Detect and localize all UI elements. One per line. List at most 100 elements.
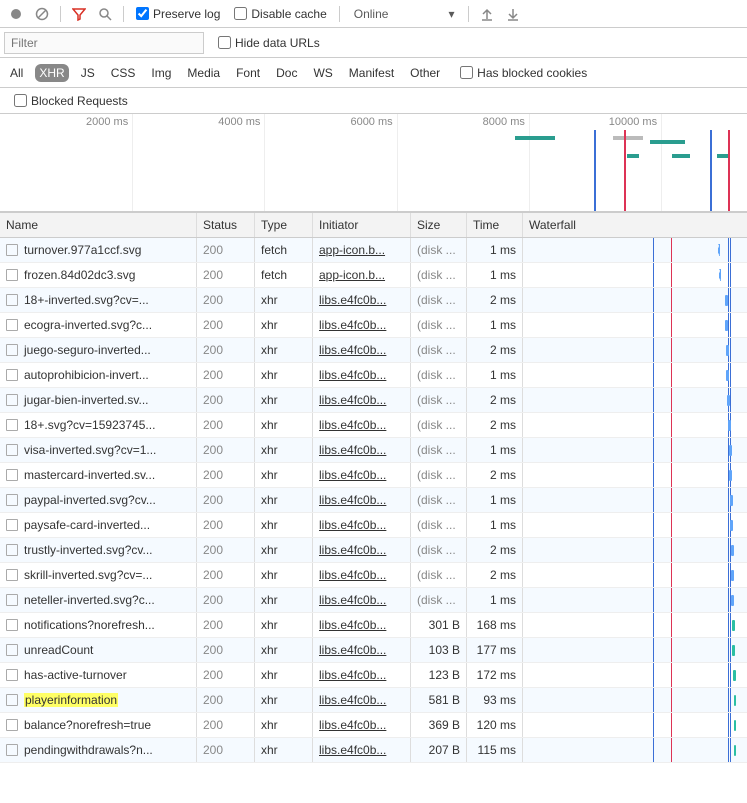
cell-status: 200: [197, 463, 255, 487]
table-row[interactable]: skrill-inverted.svg?cv=...200xhrlibs.e4f…: [0, 563, 747, 588]
cell-initiator[interactable]: libs.e4fc0b...: [313, 713, 411, 737]
preserve-log-checkbox[interactable]: Preserve log: [136, 7, 220, 21]
type-manifest[interactable]: Manifest: [345, 64, 398, 82]
cell-name: playerinformation: [0, 688, 197, 712]
cell-initiator[interactable]: libs.e4fc0b...: [313, 588, 411, 612]
type-font[interactable]: Font: [232, 64, 264, 82]
cell-time: 2 ms: [467, 388, 523, 412]
table-row[interactable]: paypal-inverted.svg?cv...200xhrlibs.e4fc…: [0, 488, 747, 513]
cell-type: xhr: [255, 463, 313, 487]
search-icon[interactable]: [93, 2, 117, 26]
chevron-down-icon: ▾: [448, 7, 454, 21]
type-css[interactable]: CSS: [107, 64, 140, 82]
cell-waterfall: [523, 263, 747, 287]
cell-initiator[interactable]: libs.e4fc0b...: [313, 488, 411, 512]
table-row[interactable]: playerinformation200xhrlibs.e4fc0b...581…: [0, 688, 747, 713]
cell-initiator[interactable]: libs.e4fc0b...: [313, 638, 411, 662]
type-media[interactable]: Media: [183, 64, 224, 82]
cell-initiator[interactable]: libs.e4fc0b...: [313, 388, 411, 412]
col-size[interactable]: Size: [411, 213, 467, 237]
col-initiator[interactable]: Initiator: [313, 213, 411, 237]
cell-size: 103 B: [411, 638, 467, 662]
table-row[interactable]: turnover.977a1ccf.svg200fetchapp-icon.b.…: [0, 238, 747, 263]
cell-initiator[interactable]: libs.e4fc0b...: [313, 463, 411, 487]
table-row[interactable]: pendingwithdrawals?n...200xhrlibs.e4fc0b…: [0, 738, 747, 763]
table-row[interactable]: trustly-inverted.svg?cv...200xhrlibs.e4f…: [0, 538, 747, 563]
cell-status: 200: [197, 388, 255, 412]
table-row[interactable]: notifications?norefresh...200xhrlibs.e4f…: [0, 613, 747, 638]
cell-initiator[interactable]: libs.e4fc0b...: [313, 338, 411, 362]
type-doc[interactable]: Doc: [272, 64, 301, 82]
cell-initiator[interactable]: libs.e4fc0b...: [313, 413, 411, 437]
table-row[interactable]: paysafe-card-inverted...200xhrlibs.e4fc0…: [0, 513, 747, 538]
cell-initiator[interactable]: libs.e4fc0b...: [313, 313, 411, 337]
cell-initiator[interactable]: libs.e4fc0b...: [313, 663, 411, 687]
table-row[interactable]: unreadCount200xhrlibs.e4fc0b...103 B177 …: [0, 638, 747, 663]
cell-status: 200: [197, 338, 255, 362]
cell-initiator[interactable]: libs.e4fc0b...: [313, 688, 411, 712]
timeline-overview[interactable]: 2000 ms 4000 ms 6000 ms 8000 ms 10000 ms: [0, 114, 747, 212]
cell-name: skrill-inverted.svg?cv=...: [0, 563, 197, 587]
cell-initiator[interactable]: libs.e4fc0b...: [313, 513, 411, 537]
filter-input[interactable]: [4, 32, 204, 54]
table-row[interactable]: 18+.svg?cv=15923745...200xhrlibs.e4fc0b.…: [0, 413, 747, 438]
cell-initiator[interactable]: app-icon.b...: [313, 238, 411, 262]
table-row[interactable]: visa-inverted.svg?cv=1...200xhrlibs.e4fc…: [0, 438, 747, 463]
cell-name: has-active-turnover: [0, 663, 197, 687]
table-row[interactable]: autoprohibicion-invert...200xhrlibs.e4fc…: [0, 363, 747, 388]
clear-icon[interactable]: [30, 2, 54, 26]
type-js[interactable]: JS: [77, 64, 99, 82]
throttling-select[interactable]: Online ▾: [346, 7, 463, 21]
type-all[interactable]: All: [6, 64, 27, 82]
cell-time: 2 ms: [467, 413, 523, 437]
cell-waterfall: [523, 563, 747, 587]
cell-type: xhr: [255, 663, 313, 687]
type-img[interactable]: Img: [147, 64, 175, 82]
cell-type: xhr: [255, 688, 313, 712]
type-ws[interactable]: WS: [309, 64, 336, 82]
col-time[interactable]: Time: [467, 213, 523, 237]
table-row[interactable]: ecogra-inverted.svg?c...200xhrlibs.e4fc0…: [0, 313, 747, 338]
cell-name: mastercard-inverted.sv...: [0, 463, 197, 487]
cell-initiator[interactable]: libs.e4fc0b...: [313, 363, 411, 387]
cell-name: turnover.977a1ccf.svg: [0, 238, 197, 262]
cell-time: 1 ms: [467, 513, 523, 537]
cell-initiator[interactable]: libs.e4fc0b...: [313, 288, 411, 312]
table-row[interactable]: frozen.84d02dc3.svg200fetchapp-icon.b...…: [0, 263, 747, 288]
download-icon[interactable]: [501, 2, 525, 26]
cell-initiator[interactable]: libs.e4fc0b...: [313, 613, 411, 637]
cell-waterfall: [523, 663, 747, 687]
type-xhr[interactable]: XHR: [35, 64, 68, 82]
col-waterfall[interactable]: Waterfall: [523, 213, 747, 237]
cell-initiator[interactable]: libs.e4fc0b...: [313, 563, 411, 587]
cell-waterfall: [523, 613, 747, 637]
table-row[interactable]: balance?norefresh=true200xhrlibs.e4fc0b.…: [0, 713, 747, 738]
type-other[interactable]: Other: [406, 64, 444, 82]
has-blocked-cookies-checkbox[interactable]: Has blocked cookies: [460, 66, 587, 80]
table-row[interactable]: has-active-turnover200xhrlibs.e4fc0b...1…: [0, 663, 747, 688]
table-row[interactable]: mastercard-inverted.sv...200xhrlibs.e4fc…: [0, 463, 747, 488]
cell-initiator[interactable]: libs.e4fc0b...: [313, 438, 411, 462]
table-header[interactable]: Name Status Type Initiator Size Time Wat…: [0, 212, 747, 238]
type-filter-row: All XHR JS CSS Img Media Font Doc WS Man…: [0, 58, 747, 88]
table-row[interactable]: jugar-bien-inverted.sv...200xhrlibs.e4fc…: [0, 388, 747, 413]
table-row[interactable]: neteller-inverted.svg?c...200xhrlibs.e4f…: [0, 588, 747, 613]
cell-initiator[interactable]: app-icon.b...: [313, 263, 411, 287]
filter-icon[interactable]: [67, 2, 91, 26]
cell-type: xhr: [255, 363, 313, 387]
timeline-label: 2000 ms: [86, 116, 132, 128]
cell-size: 123 B: [411, 663, 467, 687]
record-icon[interactable]: [4, 2, 28, 26]
cell-status: 200: [197, 563, 255, 587]
col-status[interactable]: Status: [197, 213, 255, 237]
disable-cache-checkbox[interactable]: Disable cache: [234, 7, 326, 21]
cell-initiator[interactable]: libs.e4fc0b...: [313, 538, 411, 562]
col-name[interactable]: Name: [0, 213, 197, 237]
table-row[interactable]: juego-seguro-inverted...200xhrlibs.e4fc0…: [0, 338, 747, 363]
col-type[interactable]: Type: [255, 213, 313, 237]
blocked-requests-checkbox[interactable]: Blocked Requests: [14, 94, 128, 108]
hide-data-urls-checkbox[interactable]: Hide data URLs: [218, 36, 320, 50]
upload-icon[interactable]: [475, 2, 499, 26]
cell-initiator[interactable]: libs.e4fc0b...: [313, 738, 411, 762]
table-row[interactable]: 18+-inverted.svg?cv=...200xhrlibs.e4fc0b…: [0, 288, 747, 313]
